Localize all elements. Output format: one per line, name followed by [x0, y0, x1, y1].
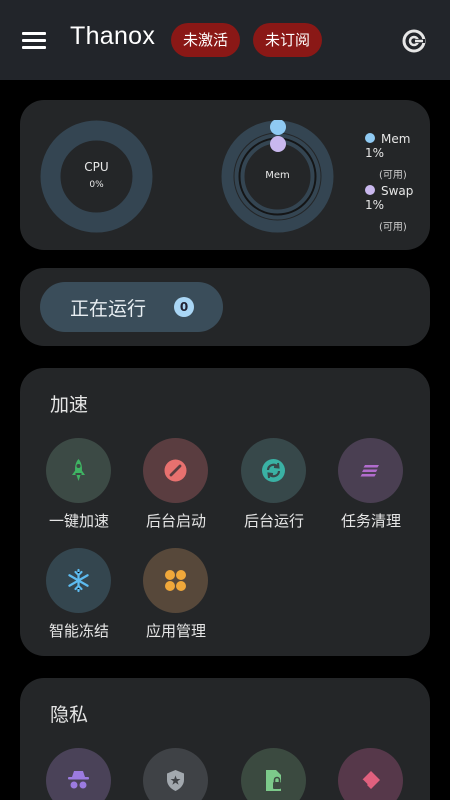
mem-gauge: Mem	[221, 119, 334, 233]
app-title: Thanox	[70, 22, 156, 50]
legend-mem: Mem 1% (可用)	[365, 132, 430, 181]
tile-label: 智能冻结	[48, 622, 109, 640]
tile-label: 后台启动	[145, 512, 206, 530]
cpu-gauge: CPU 0%	[40, 120, 153, 233]
stats-card[interactable]: CPU 0% Mem Mem 1% (可用) Swap 1% (可用)	[20, 100, 430, 250]
mem-gauge-label: Mem	[265, 170, 290, 181]
running-label: 正在运行	[70, 298, 147, 320]
boost-section-title: 加速	[50, 394, 89, 416]
tile-label: 应用管理	[145, 622, 206, 640]
legend-mem-sub: (可用)	[379, 170, 407, 181]
privacy-section-title: 隐私	[50, 704, 89, 726]
menu-icon[interactable]	[22, 30, 46, 50]
tile-label: 一键加速	[48, 512, 109, 530]
swap-dot-icon	[365, 185, 375, 195]
mem-dot-icon	[365, 133, 375, 143]
apps-grid-icon	[165, 570, 186, 591]
sync-icon	[262, 459, 285, 482]
tile-label: 后台运行	[243, 512, 304, 530]
legend-swap: Swap 1% (可用)	[365, 184, 430, 233]
boost-card: 加速 一键加速 后台启动 后台运行 任务清理 智能冻结 应用管理	[20, 368, 430, 656]
badge-unsubscribed[interactable]: 未订阅	[253, 23, 323, 57]
running-card: 正在运行 0	[20, 268, 430, 346]
running-button[interactable]: 正在运行 0	[40, 282, 223, 332]
privacy-card: 隐私	[20, 678, 430, 800]
legend-swap-sub: (可用)	[379, 222, 407, 233]
clean-icon	[360, 465, 379, 477]
incognito-icon	[68, 771, 89, 789]
swap-indicator	[270, 136, 286, 152]
rocket-icon	[72, 459, 85, 481]
tile-label: 任务清理	[340, 512, 401, 530]
block-icon	[164, 459, 187, 482]
file-lock-icon	[266, 770, 281, 791]
refresh-icon[interactable]	[401, 28, 427, 54]
cpu-value: 0%	[89, 180, 104, 190]
badge-inactive[interactable]: 未激活	[171, 23, 241, 57]
shield-star-icon	[167, 770, 184, 791]
snowflake-icon	[68, 568, 89, 593]
app-bar: Thanox 未激活 未订阅	[0, 0, 450, 80]
running-count-badge: 0	[174, 297, 194, 317]
cpu-ring	[40, 120, 153, 233]
cpu-label: CPU	[84, 160, 109, 174]
eraser-icon	[361, 771, 380, 789]
